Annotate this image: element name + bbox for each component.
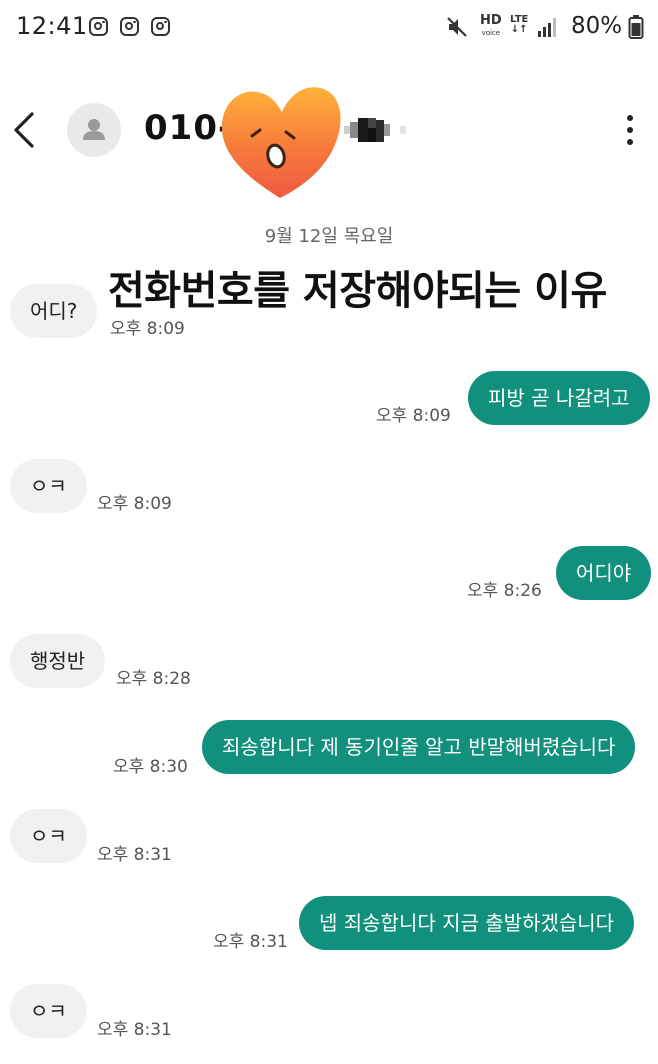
message-bubble-outgoing[interactable]: 죄송합니다 제 동기인줄 알고 반말해버렸습니다: [202, 720, 636, 774]
message-bubble-incoming[interactable]: ㅇㅋ: [10, 984, 87, 1038]
chevron-left-icon[interactable]: [8, 108, 44, 152]
mute-icon: [447, 17, 467, 37]
message-time: 오후 8:09: [97, 494, 172, 514]
message-time: 오후 8:28: [116, 669, 191, 689]
message-time: 오후 8:31: [97, 845, 172, 865]
message-bubble-outgoing[interactable]: 넵 죄송합니다 지금 출발하겠습니다: [299, 896, 635, 950]
battery-icon: [628, 15, 644, 39]
message-bubble-incoming[interactable]: ㅇㅋ: [10, 809, 87, 863]
message-bubble-incoming[interactable]: 어디?: [10, 284, 98, 338]
message-time: 오후 8:30: [113, 757, 188, 777]
instagram-icon: [120, 17, 139, 36]
status-bar: 12:41 HD voice LTE ↓↑ 80%: [0, 0, 658, 56]
message-time: 오후 8:09: [110, 319, 185, 339]
date-divider: 9월 12일 목요일: [264, 226, 394, 247]
status-time: 12:41: [16, 12, 88, 40]
instagram-icon: [151, 17, 170, 36]
instagram-icon: [89, 17, 108, 36]
blur-pixels: [344, 118, 406, 142]
hd-voice-indicator: HD voice: [480, 13, 502, 37]
overlay-caption: 전화번호를 저장해야되는 이유: [108, 268, 607, 314]
battery-percent: 80%: [571, 13, 623, 39]
more-vertical-icon[interactable]: [616, 112, 644, 148]
message-bubble-incoming[interactable]: 행정반: [10, 634, 106, 688]
message-time: 오후 8:09: [376, 406, 451, 426]
message-bubble-outgoing[interactable]: 피방 곧 나갈려고: [468, 371, 650, 425]
message-time: 오후 8:26: [467, 581, 542, 601]
lte-indicator: LTE ↓↑: [510, 14, 529, 35]
signal-icon: [538, 18, 556, 37]
avatar[interactable]: [67, 103, 121, 157]
message-time: 오후 8:31: [213, 932, 288, 952]
heart-face-sticker: [221, 87, 341, 198]
message-time: 오후 8:31: [97, 1020, 172, 1040]
person-icon: [83, 119, 105, 140]
message-bubble-outgoing[interactable]: 어디야: [556, 546, 652, 600]
message-bubble-incoming[interactable]: ㅇㅋ: [10, 459, 87, 513]
